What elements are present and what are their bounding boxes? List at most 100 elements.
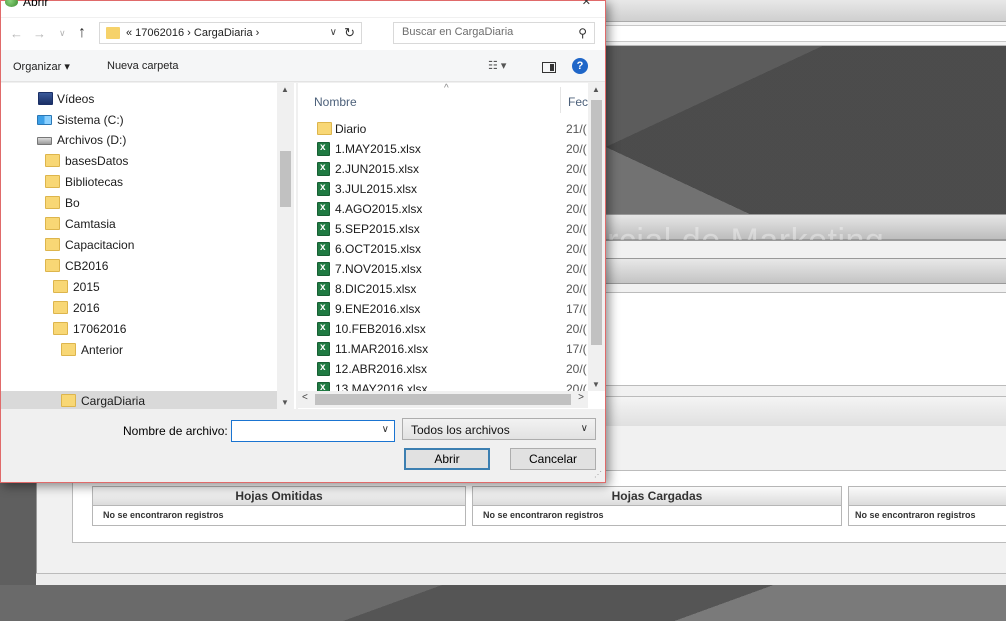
file-name: 2.JUN2015.xlsx: [335, 162, 420, 176]
file-list-horizontal-scrollbar[interactable]: < >: [298, 391, 588, 408]
nav-item-label: 2016: [73, 301, 100, 315]
file-list-vertical-scrollbar[interactable]: ▲ ▼: [588, 83, 605, 391]
preview-pane-icon[interactable]: [542, 62, 556, 73]
file-item[interactable]: 1.MAY2015.xlsx 20/(: [298, 139, 588, 159]
excel-file-icon: [317, 242, 330, 256]
scroll-right-icon[interactable]: >: [578, 392, 584, 403]
breadcrumb-path[interactable]: « 17062016 › CargaDiaria ›: [126, 27, 259, 39]
excel-file-icon: [317, 162, 330, 176]
file-item[interactable]: 8.DIC2015.xlsx 20/(: [298, 279, 588, 299]
folder-icon: [61, 343, 76, 356]
nav-item-label: Vídeos: [57, 92, 95, 106]
folder-icon: [53, 322, 68, 335]
file-item[interactable]: 3.JUL2015.xlsx 20/(: [298, 179, 588, 199]
nav-item-anterior[interactable]: Anterior: [1, 340, 278, 360]
scroll-thumb[interactable]: [591, 100, 602, 345]
file-item[interactable]: 5.SEP2015.xlsx 20/(: [298, 219, 588, 239]
folder-icon: [45, 196, 60, 209]
nav-item-label: Capacitacion: [65, 238, 135, 252]
file-item[interactable]: 12.ABR2016.xlsx 20/(: [298, 359, 588, 379]
nav-item-videos[interactable]: Vídeos: [1, 89, 278, 109]
file-name: 6.OCT2015.xlsx: [335, 242, 422, 256]
folder-icon: [45, 217, 60, 230]
open-button[interactable]: Abrir: [404, 448, 490, 470]
cancel-button[interactable]: Cancelar: [510, 448, 596, 470]
folder-icon: [45, 154, 60, 167]
address-breadcrumb[interactable]: « 17062016 › CargaDiaria › ∨ ↻: [99, 22, 362, 44]
browser-address-bar[interactable]: [600, 22, 1006, 46]
video-folder-icon: [38, 92, 53, 105]
organize-menu-button[interactable]: Organizar ▾: [13, 60, 70, 73]
nav-scrollbar[interactable]: ▲ ▼: [277, 83, 294, 409]
nav-item-bibliotecas[interactable]: Bibliotecas: [1, 172, 278, 192]
folder-icon: [45, 238, 60, 251]
resize-grip-icon[interactable]: ⋰: [594, 470, 602, 479]
recent-locations-chevron-icon[interactable]: ∨: [59, 28, 66, 39]
navigation-pane: Vídeos Sistema (C:) Archivos (D:) basesD…: [1, 83, 296, 409]
excel-file-icon: [317, 302, 330, 316]
filename-combobox[interactable]: ∨: [231, 420, 395, 442]
nav-item-camtasia[interactable]: Camtasia: [1, 214, 278, 234]
file-item[interactable]: 2.JUN2015.xlsx 20/(: [298, 159, 588, 179]
excel-file-icon: [317, 262, 330, 276]
file-name: 3.JUL2015.xlsx: [335, 182, 418, 196]
close-icon[interactable]: ✕: [582, 0, 591, 8]
chevron-down-icon: ∨: [580, 423, 588, 434]
file-name: 1.MAY2015.xlsx: [335, 142, 421, 156]
file-date: 21/(: [566, 122, 587, 136]
up-arrow-icon[interactable]: ↑: [78, 24, 86, 42]
scroll-left-icon[interactable]: <: [302, 392, 308, 403]
table-empty-row: No se encontraron registros: [855, 510, 976, 520]
scroll-down-icon[interactable]: ▼: [592, 380, 600, 389]
nav-item-cargadiaria[interactable]: CargaDiaria: [1, 391, 278, 409]
back-arrow-icon[interactable]: ←: [10, 26, 23, 41]
search-box[interactable]: ⚲: [393, 22, 595, 44]
column-divider[interactable]: [560, 87, 561, 113]
search-icon[interactable]: ⚲: [578, 26, 587, 40]
nav-item-17062016[interactable]: 17062016: [1, 319, 278, 339]
file-item[interactable]: 6.OCT2015.xlsx 20/(: [298, 239, 588, 259]
nav-item-capacitacion[interactable]: Capacitacion: [1, 235, 278, 255]
chevron-down-icon[interactable]: ∨: [382, 424, 389, 435]
filename-input[interactable]: [236, 422, 366, 440]
file-date: 20/(: [566, 222, 587, 236]
folder-icon: [106, 27, 120, 39]
file-item[interactable]: 9.ENE2016.xlsx 17/(: [298, 299, 588, 319]
nav-item-2015[interactable]: 2015: [1, 277, 278, 297]
nav-item-basesdatos[interactable]: basesDatos: [1, 151, 278, 171]
nav-item-label: Bo: [65, 196, 80, 210]
scroll-up-icon[interactable]: ▲: [592, 85, 600, 94]
file-list: ^ Nombre Fech Diario 21/( 1.MAY2015.xlsx…: [298, 83, 605, 409]
chevron-down-icon[interactable]: ∨: [330, 27, 337, 38]
scroll-down-icon[interactable]: ▼: [281, 398, 289, 407]
forward-arrow-icon[interactable]: →: [33, 26, 46, 41]
dialog-toolbar: Organizar ▾ Nueva carpeta ☷ ▾ ?: [1, 50, 605, 82]
nav-item-system-c[interactable]: Sistema (C:): [1, 110, 278, 130]
excel-file-icon: [317, 222, 330, 236]
refresh-icon[interactable]: ↻: [344, 25, 355, 41]
new-folder-button[interactable]: Nueva carpeta: [107, 60, 179, 72]
help-icon[interactable]: ?: [572, 58, 588, 74]
nav-item-archivos-d[interactable]: Archivos (D:): [1, 130, 278, 150]
file-item[interactable]: 11.MAR2016.xlsx 17/(: [298, 339, 588, 359]
scroll-thumb[interactable]: [280, 151, 291, 207]
dialog-titlebar[interactable]: Abrir ✕: [1, 0, 605, 17]
file-type-filter[interactable]: Todos los archivos ∨: [402, 418, 596, 440]
scroll-up-icon[interactable]: ▲: [281, 85, 289, 94]
nav-item-2016[interactable]: 2016: [1, 298, 278, 318]
view-options-icon[interactable]: ☷ ▾: [488, 59, 506, 72]
search-input[interactable]: [402, 26, 562, 38]
section-header: [600, 396, 1006, 426]
file-name: 4.AGO2015.xlsx: [335, 202, 423, 216]
file-item[interactable]: 10.FEB2016.xlsx 20/(: [298, 319, 588, 339]
nav-item-bo[interactable]: Bo: [1, 193, 278, 213]
loaded-sheets-table: Hojas Cargadas No se encontraron registr…: [472, 486, 842, 526]
nav-item-cb2016[interactable]: CB2016: [1, 256, 278, 276]
file-item[interactable]: 4.AGO2015.xlsx 20/(: [298, 199, 588, 219]
upload-area: [600, 292, 1006, 386]
column-header-name[interactable]: Nombre: [314, 95, 357, 109]
file-item-diario[interactable]: Diario 21/(: [298, 119, 588, 139]
scroll-thumb[interactable]: [315, 394, 571, 405]
file-item[interactable]: 7.NOV2015.xlsx 20/(: [298, 259, 588, 279]
file-list-header: ^ Nombre Fech: [298, 83, 595, 113]
